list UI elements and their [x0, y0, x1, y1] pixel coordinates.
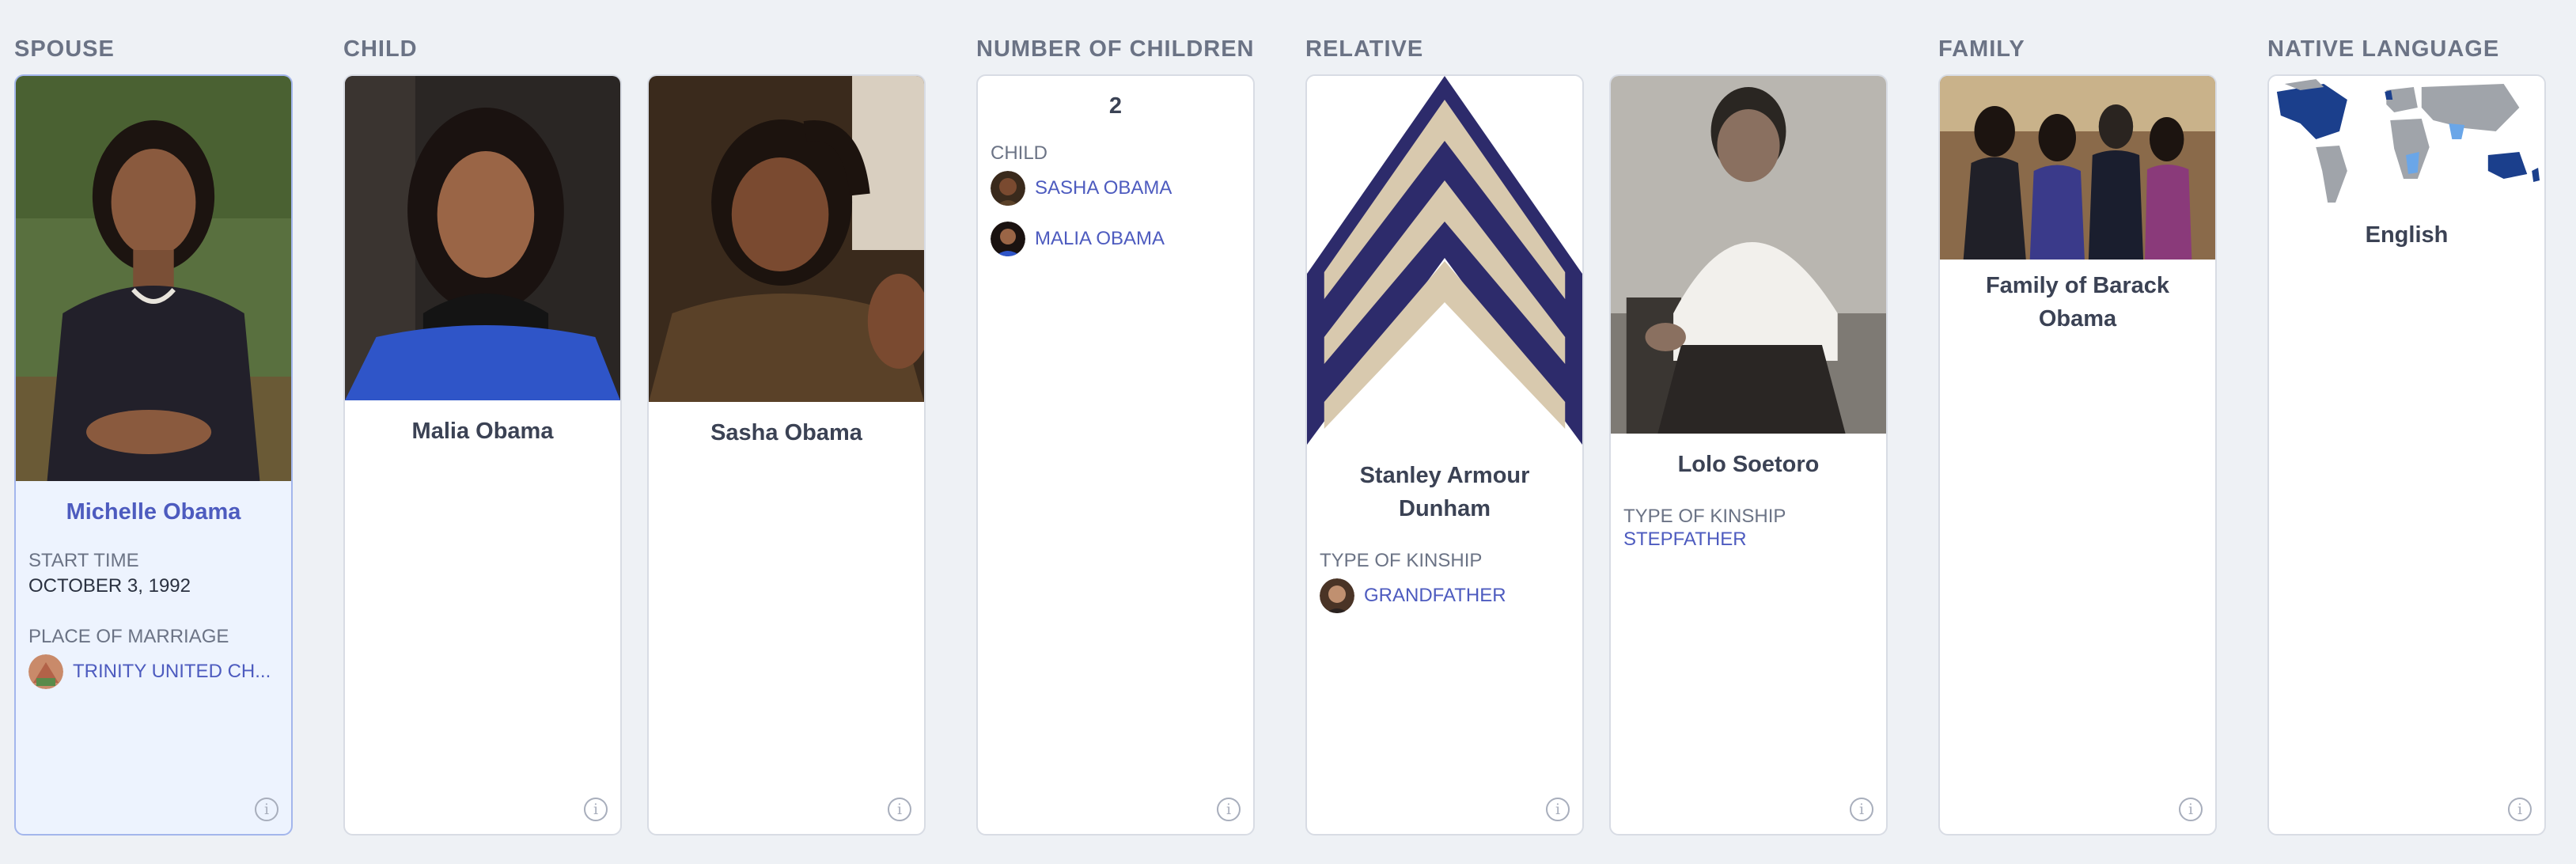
spouse-card[interactable]: Michelle Obama START TIME OCTOBER 3, 199…	[14, 74, 293, 836]
sasha-avatar	[991, 171, 1025, 206]
info-icon[interactable]: i	[2508, 798, 2532, 821]
place-of-marriage-item[interactable]: TRINITY UNITED CH...	[28, 654, 278, 690]
info-icon[interactable]: i	[2179, 798, 2203, 821]
kinship-link-stepfather[interactable]: STEPFATHER	[1623, 529, 1873, 551]
heading-child: CHILD	[343, 36, 418, 62]
child-item-malia[interactable]: MALIA OBAMA	[991, 221, 1241, 257]
kinship-label: TYPE OF KINSHIP	[1623, 506, 1786, 527]
heading-number-of-children: NUMBER OF CHILDREN	[976, 36, 1255, 62]
kinship-item-grandfather[interactable]: GRANDFATHER	[1320, 578, 1570, 614]
lolo-name: Lolo Soetoro	[1677, 452, 1820, 477]
place-of-marriage-link[interactable]: TRINITY UNITED CH...	[73, 661, 271, 683]
family-photo	[1940, 76, 2215, 260]
child-label: CHILD	[991, 142, 1048, 164]
stanley-name: Stanley Armour Dunham	[1359, 463, 1530, 521]
sasha-photo	[649, 76, 924, 402]
relative-card-lolo[interactable]: Lolo Soetoro TYPE OF KINSHIP STEPFATHER …	[1609, 74, 1888, 836]
child-link-sasha[interactable]: SASHA OBAMA	[1035, 177, 1172, 199]
church-thumbnail	[28, 654, 63, 689]
sasha-name: Sasha Obama	[710, 420, 862, 445]
native-language-name: English	[2365, 222, 2449, 248]
grandfather-avatar	[1320, 578, 1354, 613]
child-card-malia[interactable]: Malia Obama i	[343, 74, 622, 836]
heading-native-language: NATIVE LANGUAGE	[2267, 36, 2500, 62]
info-icon[interactable]: i	[888, 798, 911, 821]
malia-photo	[345, 76, 620, 400]
start-time-label: START TIME	[28, 550, 139, 571]
info-icon[interactable]: i	[255, 798, 278, 821]
child-item-sasha[interactable]: SASHA OBAMA	[991, 170, 1241, 207]
kinship-link-grandfather[interactable]: GRANDFATHER	[1364, 585, 1506, 607]
lolo-photo	[1611, 76, 1886, 434]
heading-family: FAMILY	[1938, 36, 2025, 62]
number-of-children-card[interactable]: 2 CHILD SASHA OBAMA MALIA OBAMA i	[976, 74, 1255, 836]
spouse-name-link[interactable]: Michelle Obama	[16, 495, 291, 529]
kinship-label: TYPE OF KINSHIP	[1320, 550, 1483, 571]
family-card[interactable]: Family of Barack Obama i	[1938, 74, 2217, 836]
malia-avatar	[991, 222, 1025, 256]
child-card-sasha[interactable]: Sasha Obama i	[647, 74, 926, 836]
world-map-icon	[2269, 76, 2544, 209]
relative-card-stanley[interactable]: Stanley Armour Dunham TYPE OF KINSHIP GR…	[1305, 74, 1584, 836]
native-language-card[interactable]: English i	[2267, 74, 2546, 836]
family-name: Family of Barack Obama	[1985, 273, 2170, 332]
info-icon[interactable]: i	[1217, 798, 1241, 821]
heading-relative: RELATIVE	[1305, 36, 1424, 62]
heading-spouse: SPOUSE	[14, 36, 115, 62]
info-icon[interactable]: i	[584, 798, 608, 821]
spouse-photo	[16, 76, 291, 481]
start-time-value: OCTOBER 3, 1992	[28, 575, 191, 597]
malia-name: Malia Obama	[411, 419, 554, 444]
child-link-malia[interactable]: MALIA OBAMA	[1035, 228, 1165, 250]
info-icon[interactable]: i	[1546, 798, 1570, 821]
number-of-children-value: 2	[1108, 93, 1123, 119]
sergeant-chevron-icon	[1307, 76, 1582, 445]
info-icon[interactable]: i	[1850, 798, 1873, 821]
place-of-marriage-label: PLACE OF MARRIAGE	[28, 626, 229, 647]
